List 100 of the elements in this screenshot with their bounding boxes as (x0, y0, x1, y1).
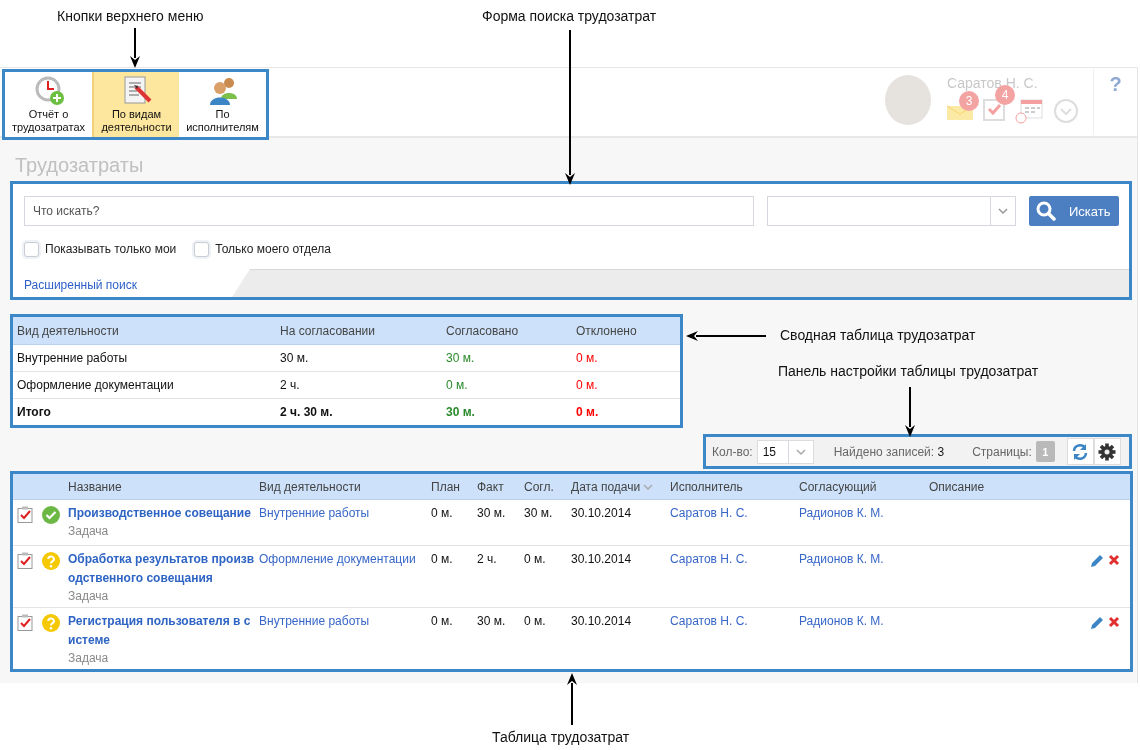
search-button[interactable]: Искать (1029, 196, 1119, 226)
table-cell: 0 м. (524, 552, 546, 566)
chevron-circle-icon[interactable] (1053, 98, 1079, 124)
caret-icon (998, 208, 1008, 214)
clipboard-check-icon (17, 506, 33, 523)
pages-label: Страницы: (972, 444, 1032, 459)
approver-link[interactable]: Радионов К. М. (799, 506, 884, 520)
envelope-icon[interactable] (947, 103, 973, 121)
close-icon (1108, 554, 1120, 566)
table-cell: 30 м. (524, 506, 553, 520)
clock-plus-icon (33, 75, 64, 105)
delete-button[interactable] (1108, 616, 1120, 630)
table-cell-text: 2 ч. 30 м. (279, 405, 334, 419)
table-cell: 0 м. (431, 552, 453, 566)
table-cell-text: 30 м. (445, 351, 476, 365)
people-icon (207, 75, 238, 105)
calendar-icon[interactable] (1015, 98, 1043, 124)
count-select[interactable]: 15 (756, 439, 814, 464)
arrow (130, 28, 140, 68)
settings-button[interactable] (1093, 438, 1121, 465)
search-field[interactable]: Что искать? (24, 196, 754, 226)
records-count: Найдено записей: 3 (833, 444, 945, 459)
task-type: Задача (68, 589, 109, 603)
annotation-label: Таблица трудозатрат (492, 729, 630, 745)
column-header[interactable]: Вид деятельности (256, 479, 428, 494)
task-link[interactable]: Обработка результатов производственного совещания (68, 550, 256, 588)
column-header: Согласовано (445, 323, 520, 338)
pencil-icon (1090, 554, 1104, 568)
delete-button[interactable] (1108, 554, 1120, 568)
table-cell-text: 30 м. (445, 405, 476, 419)
table-cell-text: Внутренние работы (16, 351, 129, 365)
activity-link[interactable]: Внутренние работы (259, 614, 370, 628)
table-cell: 2 ч. (477, 552, 497, 566)
caret-icon (795, 448, 806, 455)
checkbox[interactable] (24, 241, 39, 257)
column-header[interactable]: Описание (926, 479, 1082, 494)
activity-link[interactable]: Внутренние работы (259, 506, 370, 520)
executor-link[interactable]: Саратов Н. С. (670, 552, 748, 566)
sort-caret-icon (643, 483, 654, 490)
task-link[interactable]: Регистрация пользователя в системе (68, 612, 256, 650)
table-cell: 0 м. (431, 614, 453, 628)
table-cell-text: 0 м. (575, 405, 600, 419)
clipboard-check-icon (17, 614, 33, 631)
arrow (905, 387, 915, 437)
count-label: Кол-во: (712, 444, 753, 459)
task-type: Задача (68, 524, 109, 538)
avatar (885, 75, 931, 125)
dropdown-field[interactable] (767, 196, 1016, 226)
table-cell-text: 2 ч. (279, 378, 301, 392)
activity-link[interactable]: Оформление документации (259, 552, 416, 566)
notification-badge: 3 (959, 91, 979, 111)
table-cell: 0 м. (431, 506, 453, 520)
gear-icon (1098, 442, 1117, 461)
checkbox[interactable] (194, 241, 210, 257)
annotation-label: Кнопки верхнего меню (57, 8, 204, 24)
executor-link[interactable]: Саратов Н. С. (670, 506, 748, 520)
edit-button[interactable] (1090, 616, 1104, 630)
annotation-label: Форма поиска трудозатрат (482, 8, 657, 24)
column-header[interactable]: Согл. (521, 479, 568, 494)
column-header[interactable]: Согласующий (796, 479, 926, 494)
task-link[interactable]: Производственное совещание (68, 504, 251, 523)
checkbox-label[interactable]: Показывать только мои (45, 242, 177, 256)
table-cell-text: Итого (16, 405, 52, 419)
question-status-icon (42, 614, 60, 632)
approved-status-icon (42, 506, 60, 524)
column-header: Вид деятельности (16, 323, 120, 338)
annotation-label: Сводная таблица трудозатрат (780, 327, 976, 343)
column-header: На согласовании (279, 323, 377, 338)
table-cell-text: 0 м. (575, 378, 599, 392)
column-header[interactable]: Факт (474, 479, 521, 494)
refresh-icon (1071, 442, 1090, 461)
task-type: Задача (68, 651, 109, 665)
pencil-icon (1090, 616, 1104, 630)
table-cell-text: 0 м. (575, 351, 599, 365)
close-icon (1108, 616, 1120, 628)
executor-link[interactable]: Саратов Н. С. (670, 614, 748, 628)
checkbox-label[interactable]: Только моего отдела (215, 242, 331, 256)
approver-link[interactable]: Радионов К. М. (799, 614, 884, 628)
column-header: Отклонено (575, 323, 638, 338)
search-icon (1036, 201, 1056, 221)
column-header[interactable]: Название (65, 479, 256, 494)
arrow (567, 673, 577, 725)
clipboard-check-icon (17, 552, 33, 569)
edit-button[interactable] (1090, 554, 1104, 568)
annotation-label: Панель настройки таблицы трудозатрат (778, 363, 1039, 379)
column-header[interactable]: План (428, 479, 474, 494)
table-cell: 30 м. (477, 614, 506, 628)
column-header[interactable]: Исполнитель (667, 479, 796, 494)
refresh-button[interactable] (1066, 438, 1094, 465)
table-cell-text: 0 м. (445, 378, 469, 392)
table-cell: 30 м. (477, 506, 506, 520)
advanced-search-link[interactable]: Расширенный поиск (13, 278, 232, 297)
toolbar-button[interactable]: По видам деятельности (92, 72, 179, 137)
table-cell: 0 м. (524, 614, 546, 628)
table-cell: 30.10.2014 (571, 506, 632, 520)
question-status-icon (42, 552, 60, 570)
clipboard-check-icon[interactable] (983, 97, 1005, 121)
table-cell-text: 30 м. (279, 351, 310, 365)
column-header[interactable]: Дата подачи (568, 479, 667, 494)
approver-link[interactable]: Радионов К. М. (799, 552, 884, 566)
